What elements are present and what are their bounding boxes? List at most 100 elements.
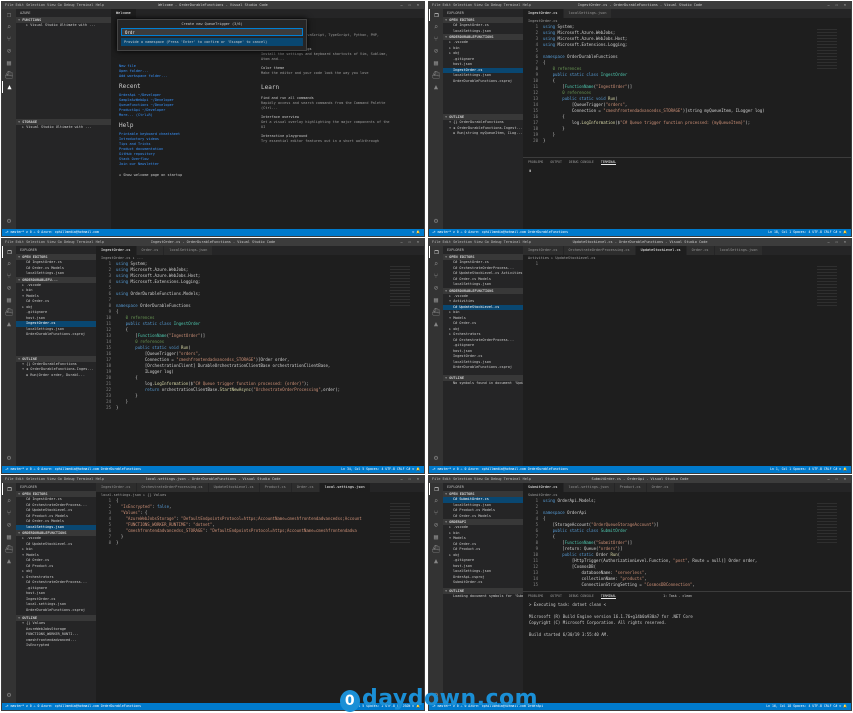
status-right[interactable]: Ln 16, Col 18 Spaces: 4 UTF-8 CRLF C# ☺ … — [766, 703, 847, 710]
editor-tab[interactable]: localSettings.json — [164, 246, 214, 255]
terminal-output[interactable]: > Executing task: dotnet clean < Microsof… — [523, 600, 851, 640]
panel-tab[interactable]: PROBLEMS — [528, 160, 543, 164]
sidebar-item[interactable]: ▸ Visual Studio Ultimate with ... — [16, 125, 111, 131]
files-icon[interactable]: ❐ — [2, 9, 16, 21]
panel-tab[interactable]: OUTPUT — [550, 160, 562, 164]
sidebar-item[interactable]: OrderDurableFunctions.csproj — [443, 365, 523, 371]
sidebar-item[interactable]: ▾ ◈ OrderDurableFunctions.Inges... — [16, 367, 96, 373]
settings-gear-icon[interactable]: ⚙ — [429, 215, 443, 227]
panel-tab[interactable]: TERMINAL — [600, 160, 617, 165]
azure-icon[interactable]: ▲ — [429, 318, 443, 330]
editor-tab[interactable]: IngestOrder.cs — [523, 9, 564, 18]
editor-tab[interactable]: localSettings.json — [563, 9, 613, 18]
sidebar-item[interactable]: ◈ Run(string myQueueItem, ILog... — [443, 131, 523, 137]
minimap[interactable] — [390, 503, 410, 543]
azure-icon[interactable]: ▲ — [429, 81, 443, 93]
editor-tab[interactable]: Product.cs — [259, 483, 292, 492]
files-icon[interactable]: ❐ — [429, 246, 443, 258]
docker-icon[interactable]: ⛴ — [429, 306, 443, 318]
files-icon[interactable]: ❐ — [2, 483, 16, 495]
command-palette-hint[interactable]: Provide a namespace (Press 'Enter' to co… — [121, 38, 303, 46]
editor-tab[interactable]: Order.cs — [291, 483, 320, 492]
status-right[interactable]: Ln 1, Col 1 Spaces: 4 UTF-8 CRLF C# ☺ 🔔 — [770, 466, 847, 473]
source-control-icon[interactable]: ⑂ — [429, 270, 443, 282]
docker-icon[interactable]: ⛴ — [429, 543, 443, 555]
settings-gear-icon[interactable]: ⚙ — [2, 689, 16, 701]
azure-icon[interactable]: ▲ — [2, 318, 16, 330]
panel-tab[interactable]: OUTPUT — [550, 594, 562, 598]
docker-icon[interactable]: ⛴ — [2, 306, 16, 318]
sidebar-item[interactable]: OrderDurableFunctions.csproj — [16, 332, 96, 338]
minimap[interactable] — [817, 503, 837, 543]
editor-tab[interactable]: IngestOrder.cs — [96, 483, 137, 492]
sidebar-item[interactable]: C# OrchestrateOrderProcess... — [16, 580, 96, 586]
extensions-icon[interactable]: ▦ — [2, 531, 16, 543]
editor-tab[interactable]: local.settings.json — [563, 483, 615, 492]
files-icon[interactable]: ❐ — [429, 9, 443, 21]
panel-tab[interactable]: DEBUG CONSOLE — [569, 594, 594, 598]
editor-tab[interactable]: UpdateStockLevel.cs — [208, 483, 260, 492]
show-on-startup-checkbox[interactable]: ☑ Show welcome page on startup — [119, 173, 182, 178]
docker-icon[interactable]: ⛴ — [2, 543, 16, 555]
source-control-icon[interactable]: ⑂ — [2, 270, 16, 282]
editor-tab[interactable]: Order.cs — [646, 483, 675, 492]
debug-icon[interactable]: ⊘ — [2, 282, 16, 294]
editor-tab[interactable]: local.settings.json — [319, 483, 371, 492]
sidebar-item[interactable]: C# UpdateStockLevel.cs Activities — [443, 271, 523, 277]
minimap[interactable] — [817, 266, 837, 306]
debug-icon[interactable]: ⊘ — [429, 282, 443, 294]
window-controls[interactable]: – ☐ ✕ — [827, 476, 848, 483]
source-control-icon[interactable]: ⑂ — [2, 33, 16, 45]
window-controls[interactable]: – ☐ ✕ — [827, 239, 848, 246]
source-control-icon[interactable]: ⑂ — [429, 507, 443, 519]
panel-tab[interactable]: PROBLEMS — [528, 594, 543, 598]
sidebar-item[interactable]: OrderDurableFunctions.csproj — [443, 79, 523, 85]
status-right[interactable]: ☺ 🔔 — [412, 229, 420, 236]
sidebar-item[interactable]: No symbols found in document 'UpdateStoc… — [443, 381, 523, 387]
editor-tab[interactable]: IngestOrder.cs — [523, 246, 564, 255]
debug-icon[interactable]: ⊘ — [429, 45, 443, 57]
debug-icon[interactable]: ⊘ — [2, 519, 16, 531]
code-editor[interactable]: 1 using OrderApi.Models; 2 3 namespace Order… — [523, 498, 851, 588]
source-control-icon[interactable]: ⑂ — [2, 507, 16, 519]
window-controls[interactable]: – ☐ ✕ — [400, 2, 421, 9]
window-controls[interactable]: – ☐ ✕ — [400, 476, 421, 483]
search-icon[interactable]: ⌕ — [2, 21, 16, 33]
minimap[interactable] — [817, 29, 837, 69]
extensions-icon[interactable]: ▦ — [2, 294, 16, 306]
extensions-icon[interactable]: ▦ — [429, 294, 443, 306]
extensions-icon[interactable]: ▦ — [429, 531, 443, 543]
status-right[interactable]: Ln 18, Col 1 Spaces: 4 UTF-8 CRLF C# ☺ 🔔 — [768, 229, 847, 236]
editor-tab[interactable]: Order.cs — [686, 246, 715, 255]
search-icon[interactable]: ⌕ — [2, 258, 16, 270]
sidebar-item[interactable]: OrderDurableFunctions.csproj — [16, 608, 96, 614]
editor-tab[interactable]: IngestOrder.cs — [96, 246, 137, 255]
editor-tab[interactable]: OrchestrateOrderProcessing.cs — [563, 246, 636, 255]
window-controls[interactable]: – ☐ ✕ — [400, 239, 421, 246]
docker-icon[interactable]: ⛴ — [2, 69, 16, 81]
code-editor[interactable]: 1{2 "IsEncrypted": false, 3 "Values": {4 … — [96, 498, 424, 546]
command-palette-input[interactable]: Ordr — [121, 28, 303, 36]
search-icon[interactable]: ⌕ — [429, 21, 443, 33]
sidebar-item[interactable]: IsEncrypted — [16, 643, 96, 649]
code-editor[interactable]: 1 using System; 2 using Microsoft.Azure.Web… — [523, 24, 851, 144]
status-left[interactable]: ⎇ master* ⊘ 0 ⚠ 0 Azure: cphillmedia@hot… — [5, 229, 99, 236]
welcome-link[interactable]: Add workspace folder... — [119, 74, 182, 79]
azure-icon[interactable]: ▲ — [429, 555, 443, 567]
source-control-icon[interactable]: ⑂ — [429, 33, 443, 45]
window-controls[interactable]: – ☐ ✕ — [827, 2, 848, 9]
debug-icon[interactable]: ⊘ — [2, 45, 16, 57]
settings-gear-icon[interactable]: ⚙ — [2, 215, 16, 227]
status-left[interactable]: ⎇ master* ⊘ 0 ⚠ 0 Azure: cphillmedia@hot… — [5, 466, 141, 473]
editor-tab[interactable]: SubmitOrder.cs — [523, 483, 564, 492]
recent-item[interactable]: More... (Ctrl+R) — [119, 113, 182, 118]
editor-tab[interactable]: OrchestrateOrderProcessing.cs — [136, 483, 209, 492]
settings-gear-icon[interactable]: ⚙ — [429, 452, 443, 464]
panel-tab[interactable]: TERMINAL — [600, 594, 617, 599]
azure-icon[interactable]: ▲ — [2, 555, 16, 567]
status-left[interactable]: ⎇ master* ⊘ 0 ⚠ 0 Azure: cphillmedia@hot… — [432, 229, 568, 236]
editor-tab[interactable]: Order.cs — [136, 246, 165, 255]
tab-welcome[interactable]: Welcome — [111, 9, 137, 18]
editor-tab[interactable]: localSettings.json — [714, 246, 764, 255]
sidebar-item[interactable]: ◈ Run(Order order, Durabl... — [16, 373, 96, 379]
